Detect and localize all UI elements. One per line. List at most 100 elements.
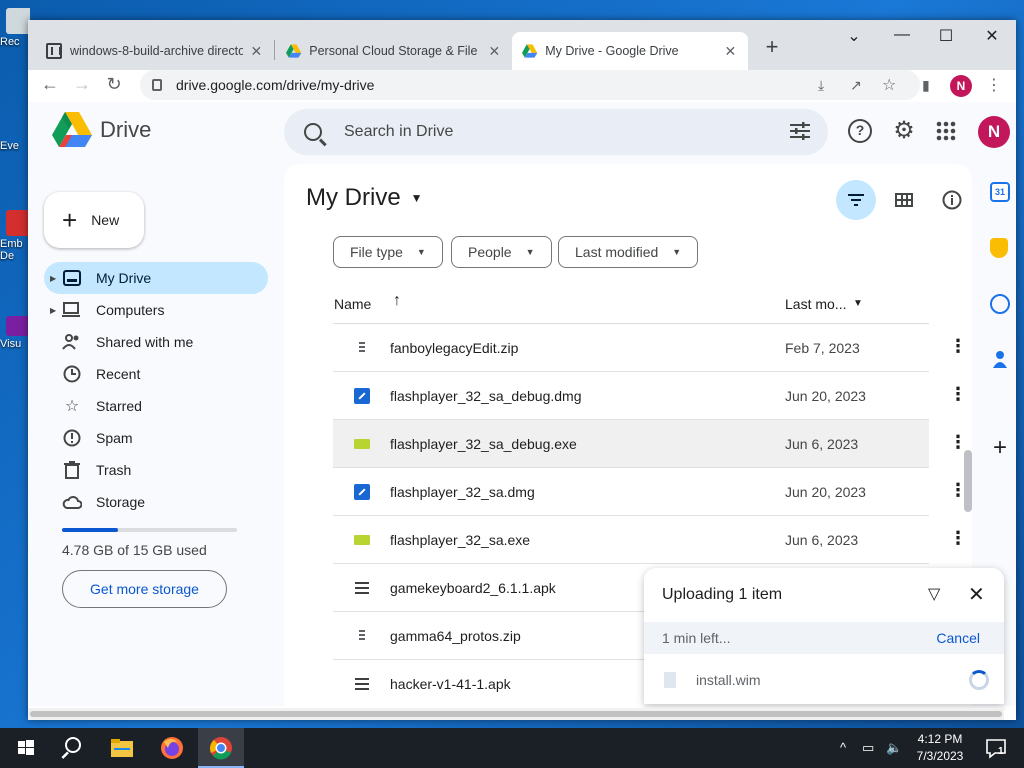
- desktop-icon-event-viewer[interactable]: Eve: [0, 140, 30, 152]
- sidebar-item-storage[interactable]: Storage: [44, 486, 268, 518]
- calendar-icon[interactable]: 31: [990, 182, 1010, 202]
- notifications-icon[interactable]: [982, 734, 1010, 762]
- sidebar-item-trash[interactable]: Trash: [44, 454, 268, 486]
- exe-file-icon: [354, 439, 370, 449]
- filter-people[interactable]: People ▼: [451, 236, 552, 268]
- filter-list-button[interactable]: [836, 180, 876, 220]
- bookmark-star-icon[interactable]: ☆: [882, 75, 896, 95]
- tab-search-icon[interactable]: ⌄: [834, 26, 874, 46]
- sidebar-item-computers[interactable]: ▶ Computers: [44, 294, 268, 326]
- reload-icon[interactable]: ↻: [102, 74, 126, 95]
- search-options-icon[interactable]: [790, 122, 810, 140]
- minimize-icon[interactable]: —: [882, 26, 922, 44]
- tab-personal-cloud-storage[interactable]: Personal Cloud Storage & File Sh ✕: [276, 32, 512, 70]
- upload-status-bar: 1 min left... Cancel: [644, 622, 1004, 654]
- windows-start-icon[interactable]: [12, 734, 40, 762]
- dropdown-caret-icon: ▼: [410, 191, 423, 205]
- table-row[interactable]: flashplayer_32_sa_debug.dmg Jun 20, 2023 ⋮: [333, 372, 967, 420]
- address-bar[interactable]: drive.google.com/drive/my-drive: [140, 70, 920, 100]
- file-explorer-icon[interactable]: [108, 734, 136, 762]
- search-bar[interactable]: Search in Drive: [284, 109, 828, 155]
- table-row[interactable]: flashplayer_32_sa.exe Jun 6, 2023 ⋮: [333, 516, 967, 564]
- table-header: Name ↑ Last mo... ▼: [333, 284, 929, 324]
- cancel-upload-button[interactable]: Cancel: [936, 630, 980, 646]
- browser-profile-avatar[interactable]: N: [950, 75, 972, 97]
- more-actions-icon[interactable]: ⋮: [949, 384, 967, 405]
- table-row[interactable]: fanboylegacyEdit.zip Feb 7, 2023 ⋮: [333, 324, 967, 372]
- contacts-icon[interactable]: [993, 350, 1007, 368]
- tray-chevron-icon[interactable]: ^: [840, 740, 846, 755]
- settings-gear-icon[interactable]: ⚙: [892, 119, 916, 143]
- dmg-file-icon: [354, 484, 370, 500]
- dropdown-caret-icon: ▼: [525, 247, 535, 257]
- sidebar-item-shared-with-me[interactable]: Shared with me: [44, 326, 268, 358]
- exe-file-icon: [354, 535, 370, 545]
- desktop-icon-recycle-bin[interactable]: Rec: [0, 8, 30, 48]
- search-icon[interactable]: [304, 123, 322, 141]
- trash-icon: [62, 460, 82, 480]
- vertical-scrollbar[interactable]: [964, 450, 972, 512]
- account-avatar[interactable]: N: [978, 116, 1010, 148]
- taskbar-clock[interactable]: 4:12 PM 7/3/2023: [908, 731, 972, 765]
- chrome-icon[interactable]: [207, 734, 235, 762]
- get-more-storage-button[interactable]: Get more storage: [62, 570, 227, 608]
- new-tab-button[interactable]: +: [760, 34, 784, 60]
- firefox-icon[interactable]: [158, 734, 186, 762]
- help-icon[interactable]: ?: [848, 119, 872, 143]
- sort-ascending-icon[interactable]: ↑: [393, 292, 401, 310]
- expand-caret-icon[interactable]: ▶: [50, 274, 56, 283]
- maximize-icon[interactable]: ☐: [926, 26, 966, 46]
- tab-windows-8-archive[interactable]: windows-8-build-archive directo ✕: [36, 32, 274, 70]
- spam-icon: [62, 428, 82, 448]
- dmg-file-icon: [354, 388, 370, 404]
- tasks-icon[interactable]: [990, 294, 1010, 314]
- more-actions-icon[interactable]: ⋮: [949, 432, 967, 453]
- side-panel-icon[interactable]: ▮: [922, 77, 930, 94]
- network-icon[interactable]: ▭: [862, 740, 874, 756]
- search-input[interactable]: Search in Drive: [344, 123, 453, 141]
- file-icon: [664, 672, 676, 688]
- back-icon[interactable]: ←: [38, 74, 62, 95]
- scroll-thumb[interactable]: [30, 711, 1002, 717]
- lock-icon: [152, 79, 162, 91]
- table-row[interactable]: flashplayer_32_sa.dmg Jun 20, 2023 ⋮: [333, 468, 967, 516]
- sidebar-item-recent[interactable]: Recent: [44, 358, 268, 390]
- more-actions-icon[interactable]: ⋮: [949, 528, 967, 549]
- horizontal-scrollbar[interactable]: [28, 708, 1004, 720]
- keep-icon[interactable]: [990, 238, 1008, 258]
- drive-logo[interactable]: Drive: [52, 112, 151, 148]
- desktop-icon-visual-studio[interactable]: Visu: [0, 316, 30, 350]
- new-button[interactable]: + New: [44, 192, 144, 248]
- sidebar-item-spam[interactable]: Spam: [44, 422, 268, 454]
- add-addon-icon[interactable]: +: [990, 436, 1010, 460]
- collapse-chevron-icon[interactable]: ▽: [928, 584, 940, 604]
- column-name[interactable]: Name: [334, 296, 371, 312]
- more-actions-icon[interactable]: ⋮: [949, 336, 967, 357]
- close-upload-icon[interactable]: ✕: [968, 582, 985, 607]
- file-modified-date: Jun 20, 2023: [785, 484, 866, 500]
- sidebar-item-starred[interactable]: ☆ Starred: [44, 390, 268, 422]
- page-title[interactable]: My Drive ▼: [306, 184, 423, 212]
- forward-icon[interactable]: →: [70, 74, 94, 95]
- expand-caret-icon[interactable]: ▶: [50, 306, 56, 315]
- filter-last-modified[interactable]: Last modified ▼: [558, 236, 699, 268]
- google-apps-icon[interactable]: [934, 119, 958, 143]
- close-window-icon[interactable]: ✕: [972, 26, 1012, 46]
- close-tab-icon[interactable]: ✕: [487, 43, 502, 60]
- sidebar-item-my-drive[interactable]: ▶ My Drive: [44, 262, 268, 294]
- close-tab-icon[interactable]: ✕: [723, 43, 738, 60]
- share-icon[interactable]: ↗: [850, 77, 862, 94]
- column-last-modified[interactable]: Last mo...: [785, 296, 846, 312]
- tab-my-drive[interactable]: My Drive - Google Drive ✕: [512, 32, 748, 70]
- table-row[interactable]: flashplayer_32_sa_debug.exe Jun 6, 2023 ⋮: [333, 420, 967, 468]
- desktop-icon-embarcadero[interactable]: Emb De: [0, 210, 30, 262]
- grid-view-button[interactable]: [884, 180, 924, 220]
- volume-muted-icon[interactable]: 🔈: [886, 740, 902, 756]
- install-icon[interactable]: ⤓: [818, 77, 824, 94]
- filter-file-type[interactable]: File type ▼: [333, 236, 443, 268]
- dropdown-caret-icon[interactable]: ▼: [853, 298, 863, 309]
- details-button[interactable]: [932, 180, 972, 220]
- browser-menu-icon[interactable]: ⋮: [986, 75, 1002, 95]
- close-tab-icon[interactable]: ✕: [249, 43, 264, 60]
- search-icon[interactable]: [58, 734, 86, 762]
